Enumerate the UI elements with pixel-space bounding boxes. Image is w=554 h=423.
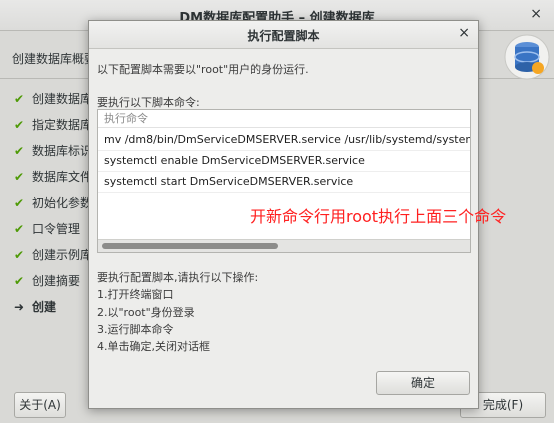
dialog-intro: 以下配置脚本需要以"root"用户的身份运行.	[97, 63, 309, 76]
instruction-step: 3.运行脚本命令	[97, 323, 174, 336]
table-header: 执行命令	[98, 110, 470, 128]
dialog-titlebar: 执行配置脚本 ×	[89, 21, 478, 49]
commands-label: 要执行以下脚本命令:	[97, 96, 200, 109]
step-label: 创建示例库	[32, 248, 93, 262]
check-icon: ✔	[14, 222, 25, 236]
check-icon: ✔	[14, 274, 25, 288]
instruction-step: 4.单击确定,关闭对话框	[97, 340, 210, 353]
instruction-step: 2.以"root"身份登录	[97, 306, 195, 319]
horizontal-scrollbar[interactable]	[98, 239, 470, 252]
database-icon	[504, 34, 550, 80]
step-label: 数据库标识	[32, 144, 93, 158]
table-row[interactable]: mv /dm8/bin/DmServiceDMSERVER.service /u…	[98, 130, 470, 151]
dialog-title: 执行配置脚本	[247, 29, 320, 43]
check-icon: ✔	[14, 118, 25, 132]
step-label: 数据库文件	[32, 170, 93, 184]
instruction-step: 1.打开终端窗口	[97, 288, 174, 301]
about-button[interactable]: 关于(A)	[14, 392, 66, 418]
scrollbar-thumb[interactable]	[102, 243, 278, 249]
step-label: 创建摘要	[32, 274, 81, 288]
overview-heading: 创建数据库概要	[12, 52, 97, 66]
instructions-title: 要执行配置脚本,请执行以下操作:	[97, 271, 259, 284]
main-close-icon[interactable]: ×	[530, 6, 542, 22]
command-table[interactable]: 执行命令 mv /dm8/bin/DmServiceDMSERVER.servi…	[97, 109, 471, 253]
arrow-right-icon: ➜	[14, 300, 25, 314]
close-icon[interactable]: ×	[458, 25, 470, 41]
step-label: 创建	[32, 300, 57, 314]
check-icon: ✔	[14, 144, 25, 158]
check-icon: ✔	[14, 248, 25, 262]
ok-button[interactable]: 确定	[376, 371, 470, 395]
check-icon: ✔	[14, 196, 25, 210]
check-icon: ✔	[14, 170, 25, 184]
table-row[interactable]: systemctl enable DmServiceDMSERVER.servi…	[98, 151, 470, 172]
annotation-text: 开新命令行用root执行上面三个命令	[250, 207, 507, 226]
step-label: 口令管理	[32, 222, 81, 236]
check-icon: ✔	[14, 92, 25, 106]
table-row[interactable]: systemctl start DmServiceDMSERVER.servic…	[98, 172, 470, 193]
step-label: 初始化参数	[32, 196, 93, 210]
